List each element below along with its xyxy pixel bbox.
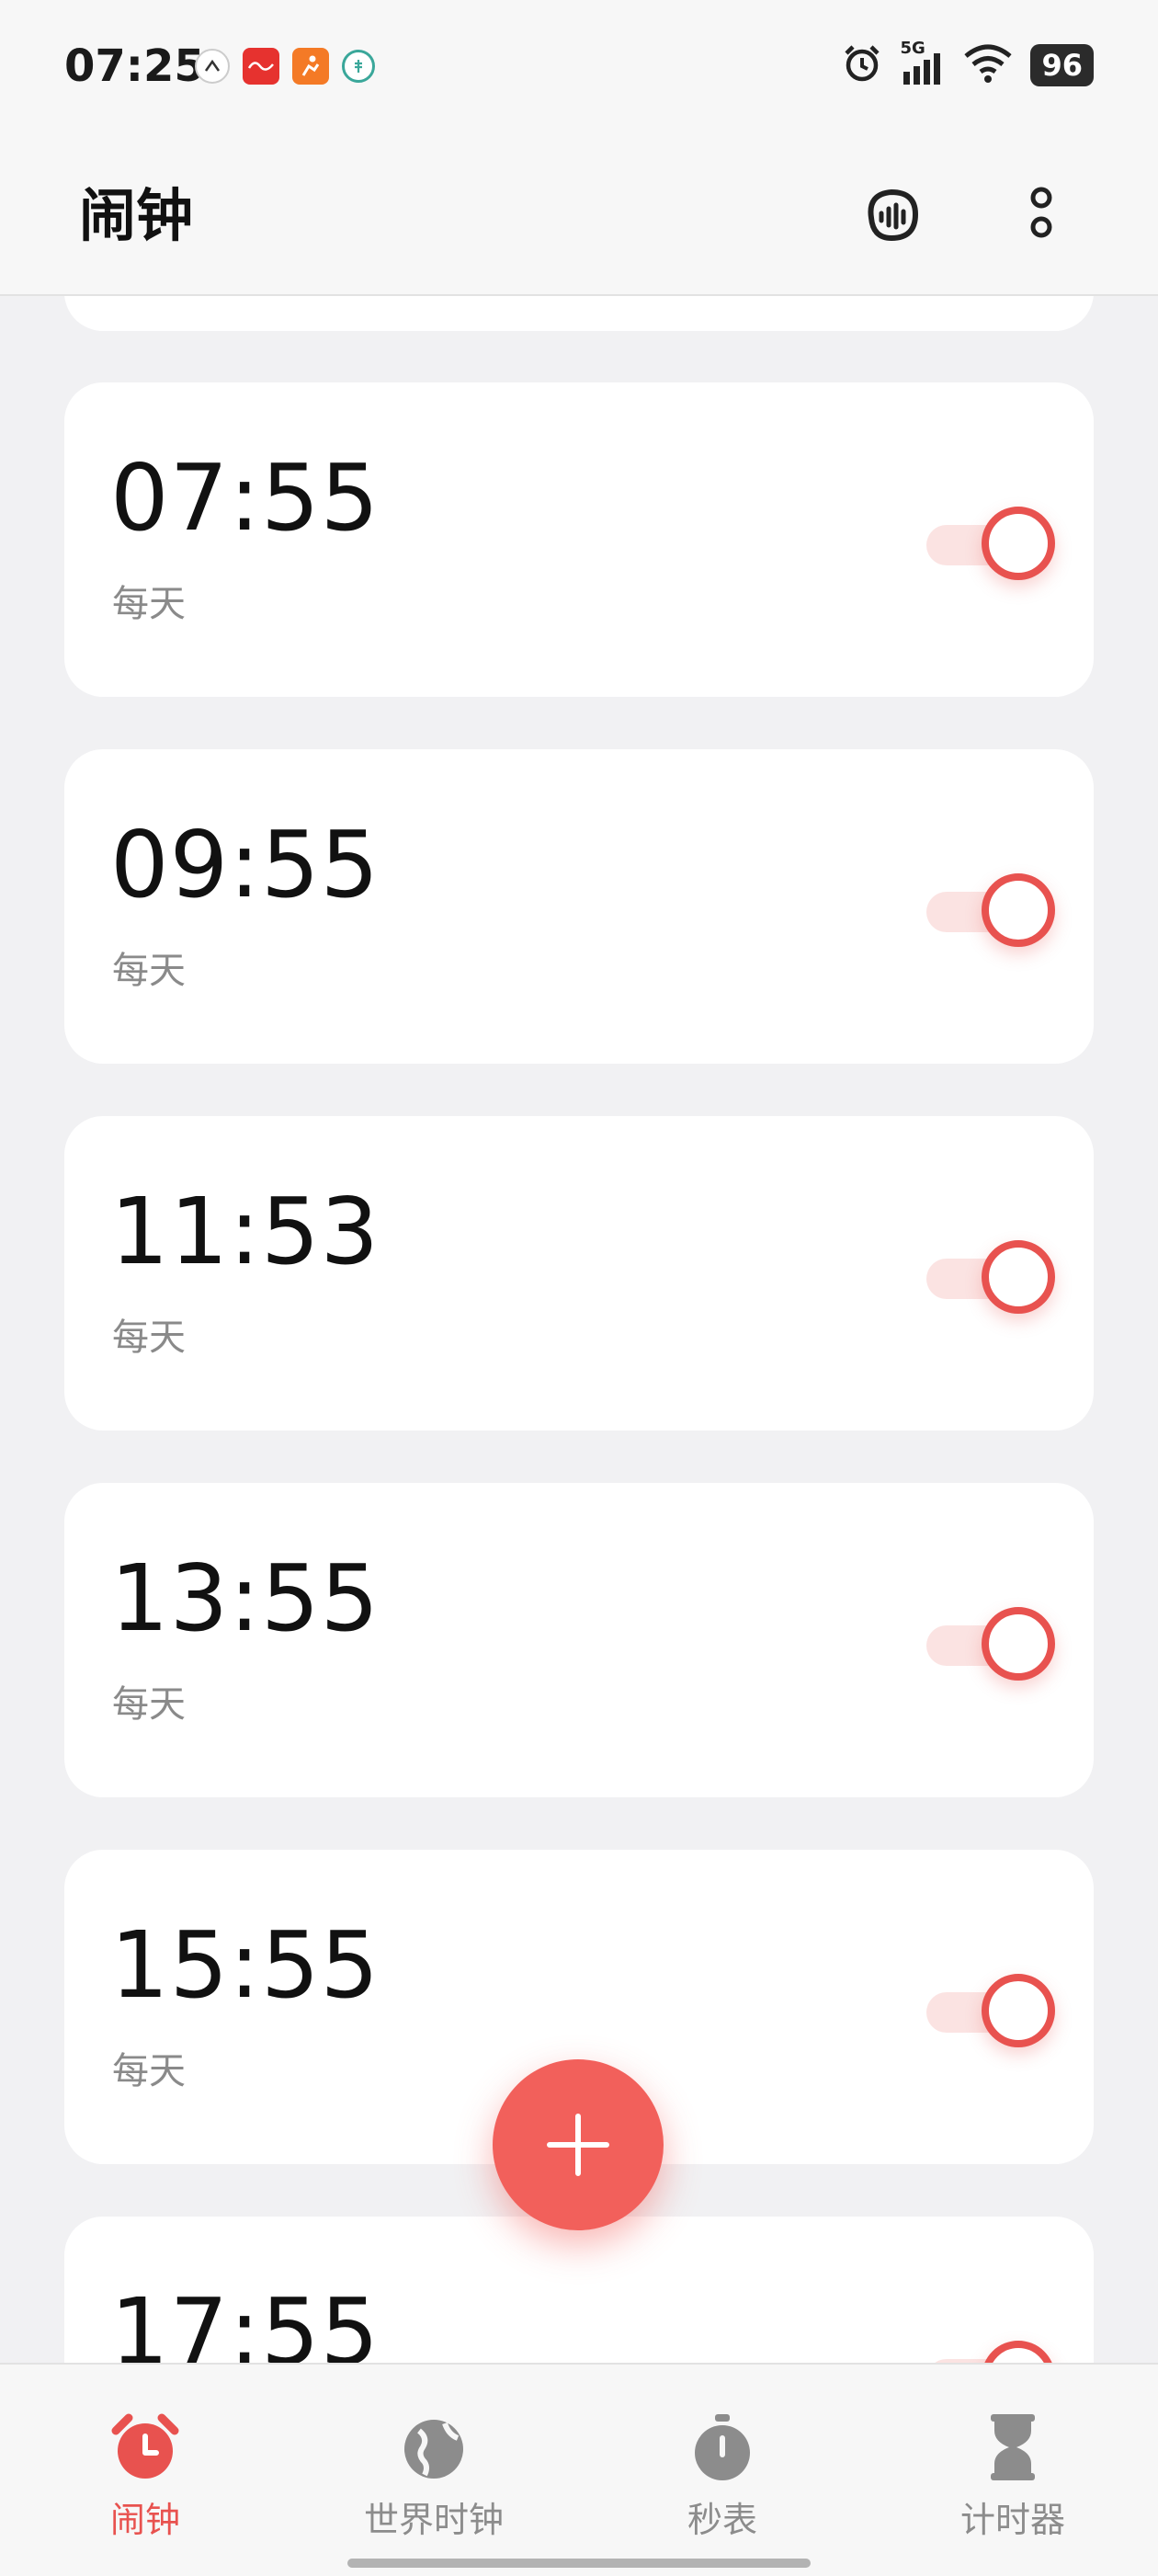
- alarm-repeat: 每天: [112, 1316, 186, 1359]
- page-title: 闹钟: [79, 182, 194, 249]
- alarm-time: 13:55: [110, 1544, 380, 1652]
- alarm-clock-icon: [108, 2411, 182, 2484]
- battery-indicator: 96: [1030, 44, 1094, 86]
- voice-alarm-button[interactable]: [850, 173, 933, 256]
- alarm-card[interactable]: 13:55 每天: [64, 1483, 1094, 1797]
- alarm-repeat: 每天: [112, 583, 186, 625]
- home-indicator[interactable]: [347, 2559, 811, 2568]
- alarm-toggle[interactable]: [926, 1970, 1055, 2047]
- status-time: 07:25: [64, 40, 205, 92]
- nav-label: 计时器: [959, 2500, 1065, 2540]
- speed-notification-icon: [195, 49, 230, 84]
- alarm-card-partial[interactable]: [64, 296, 1094, 331]
- add-alarm-button[interactable]: [493, 2059, 664, 2230]
- alarm-card[interactable]: 07:55 每天: [64, 382, 1094, 697]
- toggle-knob: [982, 507, 1055, 580]
- nav-tab-stopwatch[interactable]: 秒表: [612, 2411, 833, 2540]
- alarm-card[interactable]: 11:53 每天: [64, 1116, 1094, 1430]
- globe-icon: [397, 2411, 471, 2484]
- toggle-knob: [982, 1240, 1055, 1314]
- status-bar: 07:25 5G 96: [0, 0, 1158, 138]
- bottom-navigation: 闹钟 世界时钟 秒表 计时器: [0, 2363, 1158, 2576]
- voice-waveform-icon: [868, 188, 919, 242]
- alarm-toggle[interactable]: [926, 870, 1055, 947]
- alarm-repeat: 每天: [112, 950, 186, 992]
- alarm-list[interactable]: 07:55 每天 09:55 每天 11:53 每天 13:55 每天 15:5…: [0, 296, 1158, 2363]
- alarm-card[interactable]: 09:55 每天: [64, 749, 1094, 1064]
- alarm-time: 15:55: [110, 1911, 380, 2019]
- nav-tab-world-clock[interactable]: 世界时钟: [324, 2411, 544, 2540]
- more-options-button[interactable]: [1000, 173, 1083, 256]
- stopwatch-icon: [686, 2411, 759, 2484]
- nav-tab-timer[interactable]: 计时器: [903, 2411, 1123, 2540]
- alarm-toggle[interactable]: [926, 503, 1055, 580]
- alarm-time: 09:55: [110, 811, 380, 918]
- alarm-time: 07:55: [110, 444, 380, 552]
- toggle-knob: [982, 873, 1055, 947]
- alarm-time: 17:55: [110, 2278, 380, 2364]
- alarm-toggle[interactable]: [926, 2337, 1055, 2363]
- alarm-card[interactable]: 17:55: [64, 2217, 1094, 2363]
- app-header: 闹钟: [0, 138, 1158, 296]
- hourglass-icon: [976, 2411, 1050, 2484]
- alarm-time: 11:53: [110, 1178, 380, 1285]
- more-vertical-icon: [1030, 187, 1052, 238]
- alarm-toggle[interactable]: [926, 1603, 1055, 1681]
- notification-icons: [195, 48, 375, 85]
- sport-app-notification-icon: [292, 48, 329, 85]
- nav-label: 秒表: [687, 2500, 757, 2540]
- plus-icon: [547, 2114, 609, 2176]
- alarm-repeat: 每天: [112, 1683, 186, 1726]
- toggle-knob: [982, 2341, 1055, 2363]
- app-notification-icon: [243, 48, 279, 85]
- alarm-repeat: 每天: [112, 2050, 186, 2092]
- status-indicators: 5G 96: [841, 39, 1094, 88]
- wifi-icon: [962, 43, 1014, 87]
- nav-tab-alarm[interactable]: 闹钟: [35, 2411, 255, 2540]
- alarm-status-icon: [841, 42, 883, 88]
- nav-label: 闹钟: [109, 2500, 180, 2540]
- alarm-toggle[interactable]: [926, 1237, 1055, 1314]
- nav-label: 世界时钟: [363, 2500, 504, 2540]
- currency-notification-icon: [342, 50, 375, 83]
- toggle-knob: [982, 1607, 1055, 1681]
- cellular-signal-icon: 5G: [900, 39, 946, 86]
- toggle-knob: [982, 1974, 1055, 2047]
